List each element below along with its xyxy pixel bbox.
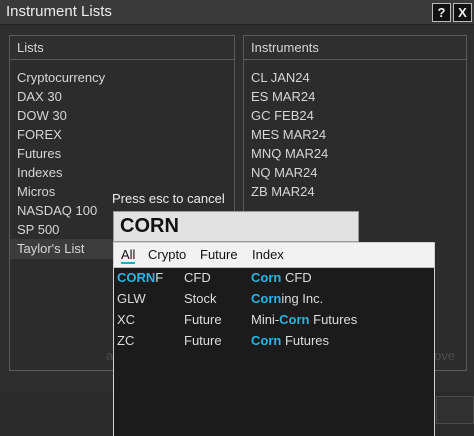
- desc-post: Futures: [309, 312, 358, 327]
- result-type: Stock: [184, 291, 217, 306]
- faint-bottom-button[interactable]: [436, 396, 474, 424]
- result-symbol: CORNF: [117, 270, 163, 285]
- desc-post: ing Inc.: [281, 291, 324, 306]
- desc-post: CFD: [281, 270, 312, 285]
- list-item-forex[interactable]: FOREX: [17, 127, 62, 142]
- tab-all[interactable]: All: [121, 247, 136, 264]
- close-button[interactable]: X: [453, 3, 472, 22]
- list-item-dow-30[interactable]: DOW 30: [17, 108, 67, 123]
- result-row[interactable]: XC Future Mini-Corn Futures: [114, 310, 434, 330]
- result-type: CFD: [184, 270, 211, 285]
- desc-pre: Mini-: [251, 312, 280, 327]
- result-row[interactable]: ZC Future Corn Futures: [114, 331, 434, 351]
- instrument-item[interactable]: ES MAR24: [251, 89, 315, 104]
- faint-text-right: ove: [434, 348, 455, 363]
- list-item-futures[interactable]: Futures: [17, 146, 61, 161]
- instrument-item[interactable]: MNQ MAR24: [251, 146, 328, 161]
- result-type: Future: [184, 333, 222, 348]
- result-symbol: GLW: [117, 291, 146, 306]
- help-button[interactable]: ?: [432, 3, 451, 22]
- result-description: Corn CFD: [251, 270, 312, 285]
- search-results-dropdown: All Crypto Future Index CORNF CFD Corn C…: [113, 242, 435, 436]
- title-bar: Instrument Lists ? X: [0, 0, 474, 25]
- result-row[interactable]: GLW Stock Corning Inc.: [114, 289, 434, 309]
- tab-index[interactable]: Index: [252, 247, 284, 262]
- instrument-item[interactable]: CL JAN24: [251, 70, 310, 85]
- symbol-rest: GLW: [117, 291, 146, 306]
- result-symbol: XC: [117, 312, 135, 327]
- cancel-hint: Press esc to cancel: [112, 191, 225, 206]
- tab-future[interactable]: Future: [200, 247, 238, 262]
- desc-match: Corn: [251, 270, 282, 285]
- symbol-rest: F: [155, 270, 164, 285]
- instrument-item[interactable]: ZB MAR24: [251, 184, 315, 199]
- symbol-match: CORN: [117, 270, 156, 285]
- result-description: Corning Inc.: [251, 291, 323, 306]
- desc-match: Corn: [251, 333, 282, 348]
- desc-post: Futures: [281, 333, 330, 348]
- list-item-cryptocurrency[interactable]: Cryptocurrency: [17, 70, 105, 85]
- list-item-micros[interactable]: Micros: [17, 184, 55, 199]
- tab-crypto[interactable]: Crypto: [148, 247, 186, 262]
- instrument-item[interactable]: MES MAR24: [251, 127, 326, 142]
- result-row[interactable]: CORNF CFD Corn CFD: [114, 268, 434, 288]
- desc-match: Corn: [279, 312, 310, 327]
- instrument-item[interactable]: GC FEB24: [251, 108, 314, 123]
- desc-match: Corn: [251, 291, 282, 306]
- filter-tabs: All Crypto Future Index: [114, 243, 434, 268]
- result-description: Mini-Corn Futures: [251, 312, 357, 327]
- symbol-rest: ZC: [117, 333, 135, 348]
- result-type: Future: [184, 312, 222, 327]
- list-item-nasdaq-100[interactable]: NASDAQ 100: [17, 203, 97, 218]
- instruments-header: Instruments: [244, 36, 466, 60]
- result-description: Corn Futures: [251, 333, 329, 348]
- symbol-rest: XC: [117, 312, 136, 327]
- window-title: Instrument Lists: [6, 3, 112, 20]
- list-item-dax-30[interactable]: DAX 30: [17, 89, 62, 104]
- instrument-item[interactable]: NQ MAR24: [251, 165, 317, 180]
- symbol-search-input[interactable]: CORN: [113, 211, 359, 242]
- lists-header: Lists: [10, 36, 234, 60]
- list-item-sp-500[interactable]: SP 500: [17, 222, 59, 237]
- list-item-indexes[interactable]: Indexes: [17, 165, 63, 180]
- result-symbol: ZC: [117, 333, 134, 348]
